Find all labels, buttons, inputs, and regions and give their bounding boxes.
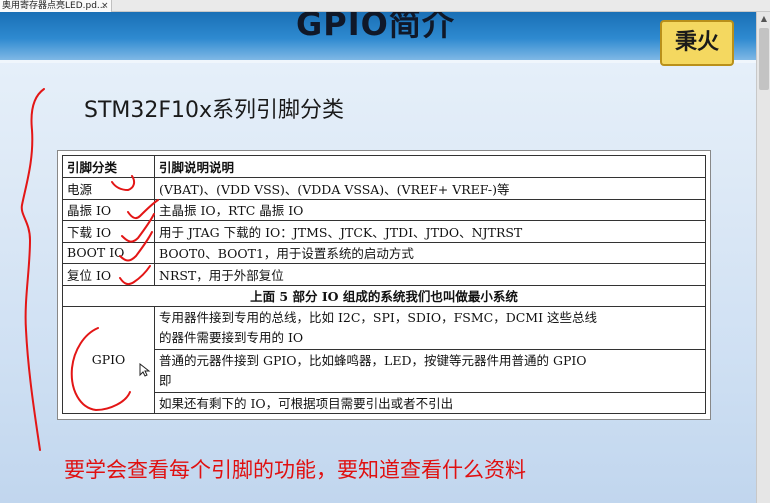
gpio-description: 如果还有剩下的 IO，可根据项目需要引出或者不引出 — [154, 391, 706, 414]
table-row: 电源 (VBAT)、(VDD VSS)、(VDDA VSSA)、(VREF+ V… — [62, 177, 706, 200]
merged-summary-row: 上面 5 部分 IO 组成的系统我们也叫做最小系统 — [62, 284, 706, 307]
row-description: 主晶振 IO，RTC 晶振 IO — [154, 198, 706, 221]
header-description: 引脚说明说明 — [154, 155, 706, 178]
pin-classification-table: 引脚分类 引脚说明说明 电源 (VBAT)、(VDD VSS)、(VDDA VS… — [57, 150, 711, 420]
table-row: BOOT IO BOOT0、BOOT1，用于设置系统的启动方式 — [62, 241, 706, 264]
row-description: NRST，用于外部复位 — [154, 263, 706, 286]
scroll-thumb[interactable] — [759, 28, 769, 90]
minimum-system-note: 上面 5 部分 IO 组成的系统我们也叫做最小系统 — [62, 284, 706, 307]
slide-subtitle: STM32F10x系列引脚分类 — [84, 98, 345, 123]
gpio-line: 普通的元器件接到 GPIO，比如蜂鸣器，LED，按键等元器件用普通的 GPIO — [159, 352, 587, 368]
tab-bar: 奥用寄存器点亮LED.pd... × — [0, 0, 770, 12]
row-category: 下载 IO — [62, 220, 155, 243]
row-category: 电源 — [62, 177, 155, 200]
slide-title: GPIO简介 — [296, 12, 455, 43]
row-description: (VBAT)、(VDD VSS)、(VDDA VSSA)、(VREF+ VREF… — [154, 177, 706, 200]
row-category: 晶振 IO — [62, 198, 155, 221]
brand-logo: 秉火 — [660, 20, 734, 66]
gpio-row: 普通的元器件接到 GPIO，比如蜂鸣器，LED，按键等元器件用普通的 GPIO … — [63, 348, 706, 393]
row-category: BOOT IO — [62, 241, 155, 264]
gpio-description: 专用器件接到专用的总线，比如 I2C，SPI，SDIO，FSMC，DCMI 这些… — [154, 305, 706, 350]
tab-title: 奥用寄存器点亮LED.pd... — [2, 1, 106, 11]
scroll-up-icon[interactable]: ▲ — [757, 12, 770, 26]
table-row: 复位 IO NRST，用于外部复位 — [62, 263, 706, 286]
header-category: 引脚分类 — [62, 155, 155, 178]
gpio-row: GPIO 专用器件接到专用的总线，比如 I2C，SPI，SDIO，FSMC，DC… — [62, 305, 706, 414]
gpio-line: 即 — [159, 372, 172, 388]
pin-table: 引脚分类 引脚说明说明 电源 (VBAT)、(VDD VSS)、(VDDA VS… — [62, 155, 706, 414]
table-row: 晶振 IO 主晶振 IO，RTC 晶振 IO — [62, 198, 706, 221]
gpio-row: 如果还有剩下的 IO，可根据项目需要引出或者不引出 — [63, 391, 706, 414]
gpio-line: 专用器件接到专用的总线，比如 I2C，SPI，SDIO，FSMC，DCMI 这些… — [159, 309, 598, 325]
row-description: BOOT0、BOOT1，用于设置系统的启动方式 — [154, 241, 706, 264]
slide-page: GPIO简介 秉火 STM32F10x系列引脚分类 引脚分类 引脚说明说明 电源… — [0, 12, 756, 503]
header-divider — [0, 60, 756, 63]
row-category: 复位 IO — [62, 263, 155, 286]
mouse-pointer-icon — [139, 363, 151, 377]
gpio-line: 的器件需要接到专用的 IO — [159, 329, 304, 345]
vertical-scrollbar[interactable]: ▲ — [756, 12, 770, 503]
gpio-description: 普通的元器件接到 GPIO，比如蜂鸣器，LED，按键等元器件用普通的 GPIO … — [154, 348, 706, 393]
gpio-category: GPIO — [62, 305, 155, 414]
table-row: 下载 IO 用于 JTAG 下载的 IO：JTMS、JTCK、JTDI、JTDO… — [62, 220, 706, 243]
row-description: 用于 JTAG 下载的 IO：JTMS、JTCK、JTDI、JTDO、NJTRS… — [154, 220, 706, 243]
bottom-note: 要学会查看每个引脚的功能，要知道查看什么资料 — [64, 458, 526, 482]
close-icon[interactable]: × — [101, 0, 109, 12]
document-tab[interactable]: 奥用寄存器点亮LED.pd... — [0, 0, 112, 12]
table-header-row: 引脚分类 引脚说明说明 — [62, 155, 706, 178]
